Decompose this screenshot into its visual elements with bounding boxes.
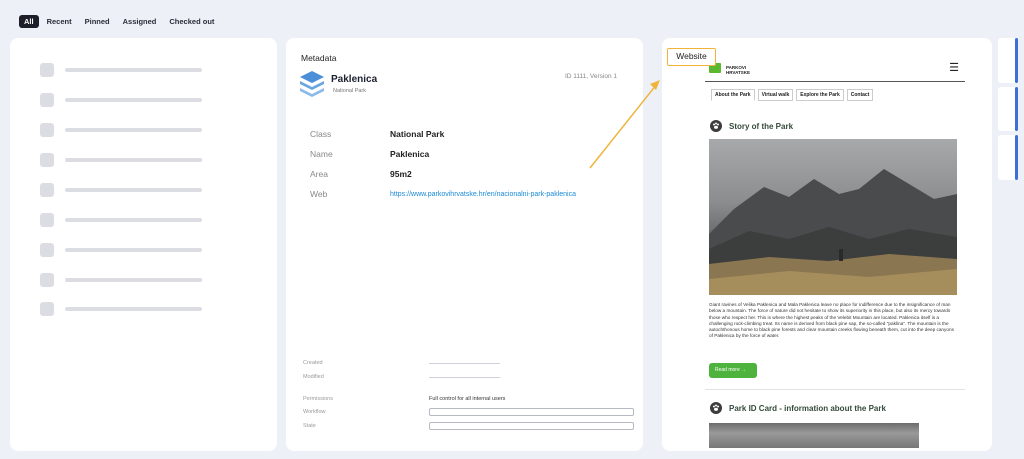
site-tab-about[interactable]: About the Park <box>711 89 755 101</box>
state-field[interactable] <box>429 422 634 430</box>
placeholder-line <box>65 218 202 222</box>
property-key: Web <box>310 189 328 199</box>
paw-icon <box>710 120 722 132</box>
list-item[interactable] <box>40 123 202 137</box>
created-value <box>429 363 500 364</box>
item-checkbox[interactable] <box>40 123 54 137</box>
tab-checked-out[interactable]: Checked out <box>164 15 219 28</box>
list-item[interactable] <box>40 153 202 167</box>
placeholder-line <box>65 158 202 162</box>
permissions-label: Permissions <box>303 396 333 402</box>
section-title: Park ID Card - information about the Par… <box>729 403 886 413</box>
property-row: Name Paklenica <box>310 144 576 164</box>
modified-value <box>429 377 500 378</box>
property-key: Area <box>310 169 328 179</box>
story-paragraph: Giant ravines of Velika Paklenica and Ma… <box>709 302 954 339</box>
created-label: Created <box>303 360 323 366</box>
document-list-panel <box>10 38 277 451</box>
tab-pinned[interactable]: Pinned <box>80 15 115 28</box>
mountain-photo <box>709 139 957 295</box>
item-checkbox[interactable] <box>40 183 54 197</box>
site-tab-explore[interactable]: Explore the Park <box>796 89 844 101</box>
website-label: Website <box>667 48 716 66</box>
property-value: 95m2 <box>390 169 412 179</box>
placeholder-line <box>65 248 202 252</box>
property-value: Paklenica <box>390 149 430 159</box>
site-nav: About the Park Virtual walk Explore the … <box>711 89 874 101</box>
site-tab-virtual-walk[interactable]: Virtual walk <box>757 89 794 101</box>
state-label: State <box>303 423 316 429</box>
section-heading: Park ID Card - information about the Par… <box>710 402 886 414</box>
list-item[interactable] <box>40 93 202 107</box>
property-value: National Park <box>390 129 445 139</box>
read-more-button[interactable]: Read more → <box>709 363 757 378</box>
list-item[interactable] <box>40 183 202 197</box>
placeholder-line <box>65 278 202 282</box>
list-item[interactable] <box>40 243 202 257</box>
header-divider <box>705 81 965 82</box>
tab-recent[interactable]: Recent <box>42 15 77 28</box>
section-heading: Story of the Park <box>710 120 793 132</box>
item-checkbox[interactable] <box>40 273 54 287</box>
site-tab-contact[interactable]: Contact <box>846 89 874 101</box>
park-name: Paklenica <box>331 74 378 85</box>
property-row: Web https://www.parkovihrvatske.hr/en/na… <box>310 184 576 204</box>
list-item[interactable] <box>40 213 202 227</box>
park-type: National Park <box>333 88 367 94</box>
website-preview-panel: PARKOVI HRVATSKE ☰ About the Park Virtua… <box>662 38 992 451</box>
tab-all[interactable]: All <box>19 15 39 28</box>
accent-bar <box>1015 135 1018 180</box>
park-photo <box>709 423 919 448</box>
item-checkbox[interactable] <box>40 63 54 77</box>
item-checkbox[interactable] <box>40 243 54 257</box>
accent-bar <box>1015 87 1018 131</box>
layers-icon <box>300 71 324 102</box>
list-item[interactable] <box>40 302 202 316</box>
placeholder-line <box>65 98 202 102</box>
site-logo: PARKOVI HRVATSKE <box>726 65 751 75</box>
panel-title: Metadata <box>301 53 337 63</box>
filter-tabs: All Recent Pinned Assigned Checked out <box>19 15 219 28</box>
item-checkbox[interactable] <box>40 93 54 107</box>
section-title: Story of the Park <box>729 121 794 131</box>
list-item[interactable] <box>40 273 202 287</box>
metadata-panel: Metadata Paklenica National Park ID 1111… <box>286 38 643 451</box>
web-link[interactable]: https://www.parkovihrvatske.hr/en/nacion… <box>390 191 576 198</box>
properties-list: Class National Park Name Paklenica Area … <box>310 124 576 204</box>
hamburger-icon[interactable]: ☰ <box>949 63 959 74</box>
modified-label: Modified <box>303 374 324 380</box>
placeholder-line <box>65 128 202 132</box>
collapsed-panel-tab[interactable] <box>998 87 1018 131</box>
property-key: Name <box>310 149 333 159</box>
collapsed-panel-tab[interactable] <box>998 38 1018 83</box>
tab-assigned[interactable]: Assigned <box>118 15 162 28</box>
arrow-right-icon: → <box>741 367 747 373</box>
property-row: Class National Park <box>310 124 576 144</box>
placeholder-line <box>65 188 202 192</box>
item-checkbox[interactable] <box>40 153 54 167</box>
workflow-label: Workflow <box>303 409 326 415</box>
item-checkbox[interactable] <box>40 302 54 316</box>
placeholder-line <box>65 68 202 72</box>
paw-icon <box>710 402 722 414</box>
property-row: Area 95m2 <box>310 164 576 184</box>
section-divider <box>705 389 965 390</box>
placeholder-line <box>65 307 202 311</box>
workflow-field[interactable] <box>429 408 634 416</box>
accent-bar <box>1015 38 1018 83</box>
item-checkbox[interactable] <box>40 213 54 227</box>
collapsed-panel-tab[interactable] <box>998 135 1018 180</box>
document-id: ID 1111, Version 1 <box>564 73 617 80</box>
permissions-value: Full control for all internal users <box>429 396 506 402</box>
list-item[interactable] <box>40 63 202 77</box>
property-key: Class <box>310 129 332 139</box>
website-preview[interactable]: PARKOVI HRVATSKE ☰ About the Park Virtua… <box>705 53 965 448</box>
read-more-label: Read more <box>715 367 740 373</box>
